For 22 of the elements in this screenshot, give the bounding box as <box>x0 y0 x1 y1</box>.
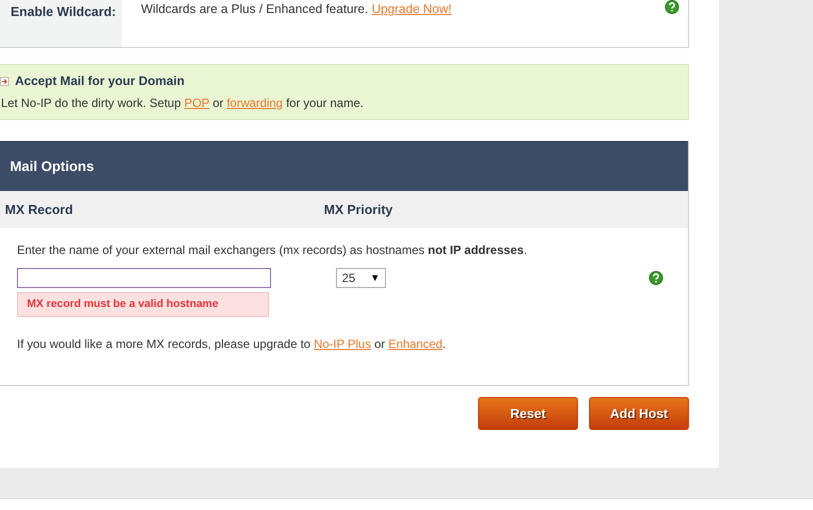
promo-text: Let No-IP do the dirty work. Setup POP or forwarding for your name. <box>1 95 364 112</box>
promo-title: Accept Mail for your Domain <box>15 72 184 90</box>
wildcard-label: Enable Wildcard: <box>10 3 116 21</box>
instructions-text: Enter the name of your external mail exchangers (mx records) as hostnames not IP addresses. <box>17 242 528 259</box>
link[interactable]: forwarding <box>226 96 283 110</box>
error-message: MX record must be a valid hostname <box>17 292 269 317</box>
action-button[interactable]: Reset <box>478 397 578 430</box>
link[interactable]: Upgrade Now! <box>372 2 452 16</box>
arrow-icon <box>0 76 9 86</box>
column-header: MX Priority <box>324 200 393 219</box>
mx-record-field[interactable] <box>17 268 271 288</box>
help-icon[interactable] <box>649 271 663 285</box>
wildcard-text: Wildcards are a Plus / Enhanced feature. Upgrade Now! <box>141 1 452 18</box>
link[interactable]: No-IP Plus <box>314 337 371 351</box>
upgrade-text: If you would like a more MX records, please upgrade to No-IP Plus or Enhanced. <box>17 336 447 353</box>
panel-title: Mail Options <box>10 157 94 176</box>
link[interactable]: POP <box>184 96 210 110</box>
priority-select[interactable]: 25 ▼ <box>336 268 386 288</box>
action-button[interactable]: Add Host <box>589 397 689 430</box>
column-header: MX Record <box>5 200 74 219</box>
help-icon[interactable] <box>665 0 679 14</box>
link[interactable]: Enhanced <box>388 337 442 351</box>
